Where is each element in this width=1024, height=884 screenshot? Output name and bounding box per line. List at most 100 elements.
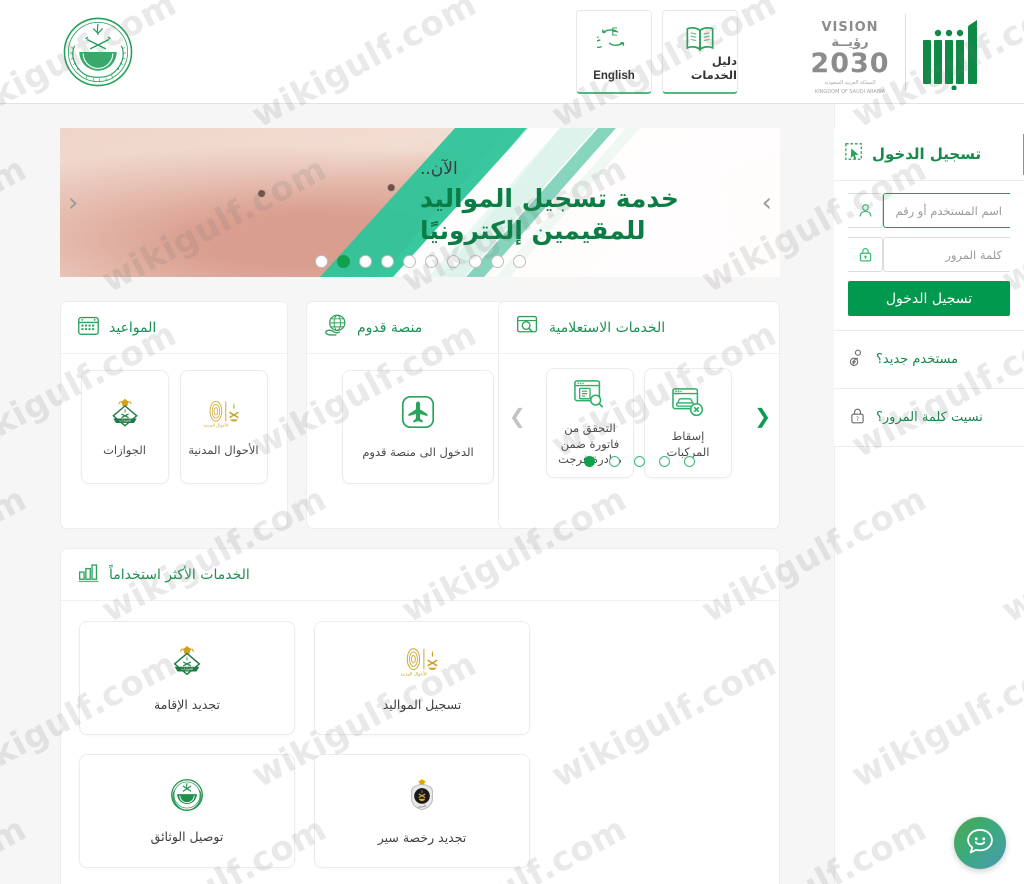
most-used-services-card: الخدمات الأكثر استخداماً الأحوال المدنية… (60, 548, 780, 884)
login-submit-button[interactable]: تسجيل الدخول (848, 281, 1010, 316)
svg-text:المرور: المرور (417, 803, 426, 807)
svg-text:?: ? (856, 416, 859, 423)
vision-2030-logo: VISION رؤيــة 2030 المملكة العربية السعو… (804, 20, 896, 95)
hero-dot-3[interactable] (446, 255, 460, 268)
language-icon: E ع (593, 24, 631, 58)
appointments-card: المواعيد الأحوال المدنية الأحوال المدنية… (60, 301, 288, 529)
svg-text:الأحوال المدنية: الأحوال المدنية (204, 422, 229, 427)
user-icon (848, 193, 883, 228)
watermark-text: wikigulf.com (0, 479, 34, 631)
inquiry-dot-4[interactable] (583, 456, 595, 467)
header-divider (905, 14, 906, 90)
inquiry-card-header: الخدمات الاستعلامية (499, 302, 779, 354)
hero-carousel[interactable]: الآن.. خدمة تسجيل المواليد للمقيمين إلكت… (60, 128, 780, 277)
tile-label: تجديد الإقامة (154, 696, 220, 712)
chevron-right-icon[interactable]: › (762, 190, 772, 216)
chevron-right-icon[interactable]: ❮ (754, 406, 771, 426)
hero-dot-7[interactable] (358, 255, 372, 268)
hero-dot-5[interactable] (402, 255, 416, 268)
most-used-tiles-grid: الأحوال المدنية تسجيل المواليد الجوازات … (79, 621, 761, 884)
traffic-logo: المرور (401, 776, 443, 818)
appointments-card-header: المواعيد (61, 302, 287, 354)
username-field-row: اسم المستخدم أو رقم (848, 193, 1010, 228)
tile-document-delivery[interactable]: توصيل الوثائق (79, 754, 295, 868)
ministry-of-interior-emblem[interactable] (59, 13, 137, 91)
inquiry-card-title: الخدمات الاستعلامية (549, 319, 666, 336)
vehicle-cancel-icon (670, 386, 706, 422)
inquiry-dot-2[interactable] (633, 456, 645, 467)
chevron-left-icon[interactable]: ❯ (509, 406, 526, 426)
svg-text:الأحوال المدنية: الأحوال المدنية (401, 670, 427, 677)
svg-text:ع: ع (597, 31, 602, 49)
civil-affairs-logo: الأحوال المدنية (203, 396, 244, 436)
tile-label: الأحوال المدنية (188, 442, 259, 457)
airplane-icon (399, 393, 437, 435)
globe-hand-icon (323, 313, 348, 342)
appointments-card-body: الأحوال المدنية الأحوال المدنية الجوازات… (61, 354, 287, 498)
tile-renew-vehicle-license[interactable]: المرور تجديد رخصة سير (314, 754, 530, 868)
chat-smiley-icon (963, 824, 997, 862)
invoice-search-icon (572, 378, 608, 414)
tile-label: توصيل الوثائق (150, 828, 224, 844)
chat-assistant-button[interactable] (954, 817, 1006, 869)
qadoum-platform-card: منصة قدوم الدخول الى منصة قدوم (306, 301, 530, 529)
most-used-card-header: الخدمات الأكثر استخداماً (61, 549, 779, 601)
watermark-text: wikigulf.com (0, 149, 34, 301)
absher-logo[interactable] (910, 14, 982, 91)
new-user-label: مستخدم جديد؟ (876, 352, 959, 367)
site-header: دليل الخدمات E ع English VISION رؤيــة 2… (0, 0, 1024, 104)
hero-dot-6[interactable] (380, 255, 394, 268)
new-user-link[interactable]: مستخدم جديد؟ (834, 331, 1024, 389)
passports-logo: الجوازات (105, 396, 145, 436)
hero-eyebrow: الآن.. (420, 159, 458, 179)
hero-headline-line1: خدمة تسجيل المواليد (420, 184, 679, 213)
hero-dot-0[interactable] (512, 255, 526, 268)
book-icon (684, 24, 716, 58)
forgot-password-label: نسيت كلمة المرور؟ (876, 410, 983, 425)
services-guide-button[interactable]: دليل الخدمات (662, 10, 738, 94)
password-field-row: كلمة المرور (848, 237, 1010, 272)
hero-dot-1[interactable] (490, 255, 504, 268)
vision-subtitle-ar: المملكة العربية السعودية (824, 80, 876, 87)
tile-label: تجديد رخصة سير (377, 829, 467, 845)
login-panel: تسجيل الدخول اسم المستخدم أو رقم كلمة ال… (834, 128, 1024, 447)
hero-dot-8[interactable] (336, 255, 350, 268)
vision-subtitle-en: KINGDOM OF SAUDI ARABIA (814, 89, 886, 96)
hero-dot-9[interactable] (314, 255, 328, 268)
inquiry-dot-1[interactable] (658, 456, 670, 467)
tile-birth-registration[interactable]: الأحوال المدنية تسجيل المواليد (314, 621, 530, 735)
qadoum-card-body: الدخول الى منصة قدوم (307, 354, 529, 498)
hero-dot-2[interactable] (468, 255, 482, 268)
forgot-password-link[interactable]: نسيت كلمة المرور؟ ? (834, 389, 1024, 447)
ministry-of-interior-emblem (167, 777, 207, 817)
hero-dot-4[interactable] (424, 255, 438, 268)
qadoum-card-header: منصة قدوم (307, 302, 529, 354)
inquiry-services-card: الخدمات الاستعلامية ❮ ❯ إسقاط المركبات ا… (498, 301, 780, 529)
login-header: تسجيل الدخول (834, 128, 1024, 181)
vision-year: 2030 (810, 48, 890, 79)
lock-icon (848, 237, 883, 272)
cursor-select-icon (844, 142, 864, 166)
login-title: تسجيل الدخول (872, 145, 982, 163)
chevron-left-icon[interactable]: ‹ (68, 190, 78, 216)
inquiry-dot-3[interactable] (608, 456, 620, 467)
tile-label: تسجيل المواليد (382, 696, 462, 712)
english-language-button[interactable]: E ع English (576, 10, 652, 94)
tile-renew-residency[interactable]: الجوازات تجديد الإقامة (79, 621, 295, 735)
inquiry-carousel-dots[interactable] (499, 456, 779, 467)
qadoum-card-title: منصة قدوم (357, 319, 423, 336)
most-used-card-title: الخدمات الأكثر استخداماً (109, 566, 250, 583)
username-input[interactable]: اسم المستخدم أو رقم (883, 193, 1010, 228)
tile-enter-qadoum[interactable]: الدخول الى منصة قدوم (342, 370, 494, 484)
user-add-icon (848, 348, 867, 371)
tile-passports-appointment[interactable]: الجوازات الجوازات (80, 370, 169, 484)
civil-affairs-logo: الأحوال المدنية (400, 643, 443, 685)
hero-carousel-dots[interactable] (60, 255, 780, 268)
inquiry-dot-0[interactable] (683, 456, 695, 467)
inquiry-card-body: ❮ ❯ إسقاط المركبات التحقق من فاتورة ضمن … (499, 354, 779, 478)
english-label: English (593, 70, 635, 82)
calendar-icon (77, 314, 100, 341)
passports-logo: الجوازات (166, 643, 208, 685)
tile-civil-affairs-appointment[interactable]: الأحوال المدنية الأحوال المدنية (179, 370, 268, 484)
password-input[interactable]: كلمة المرور (883, 237, 1010, 272)
